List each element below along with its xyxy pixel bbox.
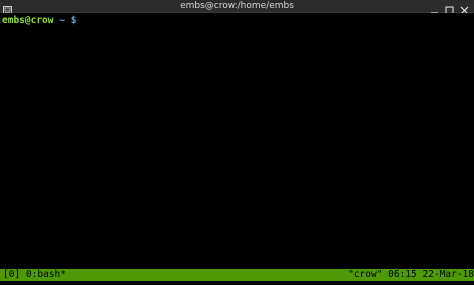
text-cursor [82, 14, 88, 24]
prompt-user-host: embs@crow [2, 15, 54, 26]
maximize-icon[interactable] [445, 2, 454, 15]
tmux-date: 22-Mar-18 [422, 269, 474, 280]
tmux-status-left: [0] 0:bash* [3, 269, 66, 281]
window-bottom-border [0, 281, 474, 285]
prompt-symbol: $ [70, 15, 77, 26]
title-bar[interactable]: embs@crow:/home/embs [0, 0, 474, 15]
tmux-status-right: "crow" 06:15 22-Mar-18 [348, 269, 474, 281]
tmux-time: 06:15 [388, 269, 417, 280]
tmux-status-bar: [0] 0:bash* "crow" 06:15 22-Mar-18 [0, 269, 474, 281]
tmux-host: "crow" [348, 269, 383, 280]
shell-prompt: embs@crow ~ $ [2, 14, 88, 27]
close-icon[interactable] [460, 2, 469, 15]
tmux-session[interactable]: [0] [3, 269, 20, 280]
terminal-output[interactable]: embs@crow ~ $ [0, 13, 474, 269]
window-title: embs@crow:/home/embs [180, 1, 294, 11]
prompt-cwd: ~ [59, 15, 65, 26]
tmux-window-tab[interactable]: 0:bash* [26, 269, 66, 280]
minimize-icon[interactable] [430, 2, 439, 14]
terminal-window: embs@crow:/home/embs embs@crow ~ $ [0] 0… [0, 0, 474, 285]
